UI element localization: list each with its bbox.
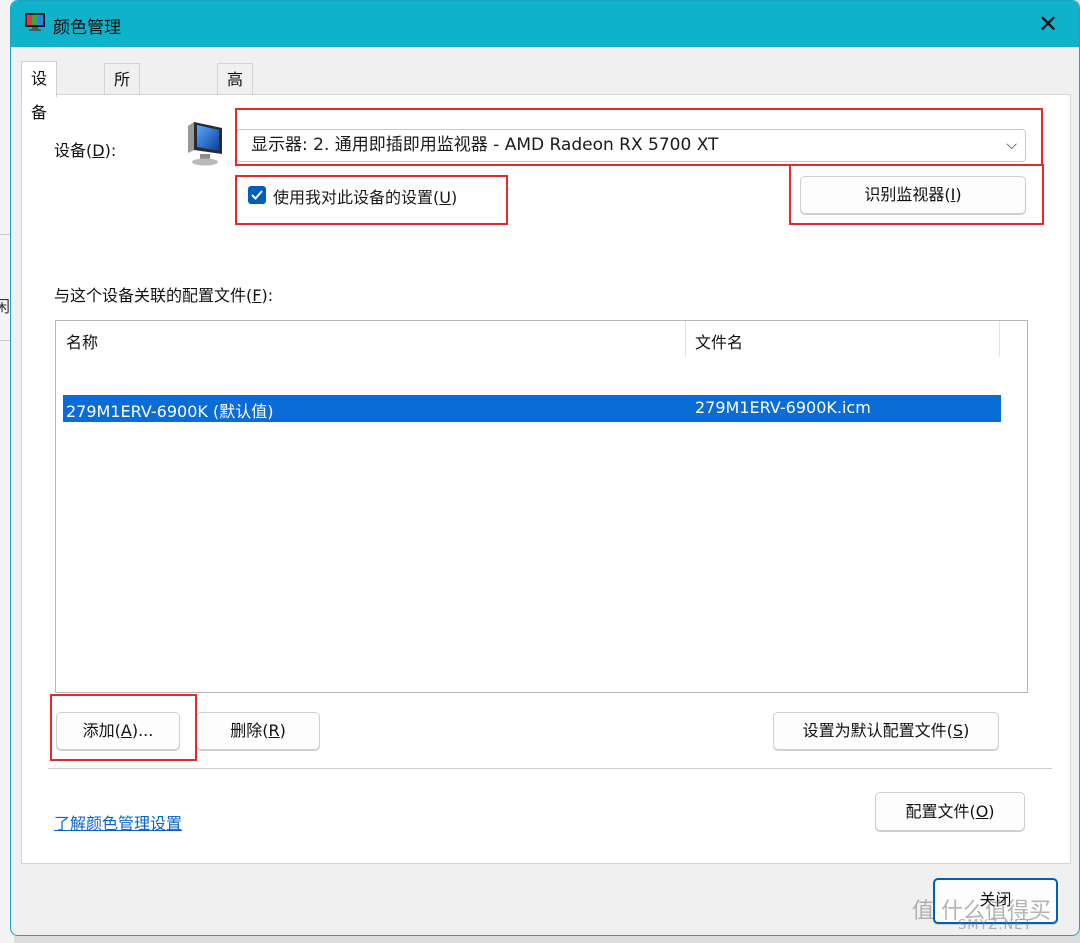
profiles-button-suffix: ) [988,802,995,821]
remove-profile-button[interactable]: 删除(R) [196,712,320,750]
column-separator[interactable] [685,321,686,357]
use-my-settings-label: 使用我对此设备的设置(U) [273,184,457,208]
set-default-label-prefix: 设置为默认配置文件( [802,721,953,740]
remove-label-mnemonic: R [268,721,280,740]
profiles-button-prefix: 配置文件( [905,802,976,821]
use-my-settings-checkbox[interactable] [248,186,266,204]
set-default-profile-button[interactable]: 设置为默认配置文件(S) [773,712,999,750]
set-default-label-suffix: ) [963,721,970,740]
monitor-icon [188,122,222,166]
column-header-filename[interactable]: 文件名 [695,329,743,353]
tab-all-profiles[interactable]: 所有配置文件 [104,63,141,249]
remove-label-prefix: 删除( [230,721,269,740]
identify-label-suffix: ) [955,185,962,204]
profiles-label-prefix: 与这个设备关联的配置文件( [54,286,253,305]
profiles-label-suffix: ): [261,286,274,305]
close-window-button[interactable]: ✕ [1033,9,1063,39]
add-label-prefix: 添加( [82,721,121,740]
row-profile-filename: 279M1ERV-6900K.icm [695,398,871,417]
identify-label-prefix: 识别监视器( [864,185,951,204]
section-divider [48,768,1052,769]
device-label: 设备(D): [54,137,116,161]
checkmark-icon [251,190,263,200]
column-separator[interactable] [999,321,1000,357]
device-label-mnemonic: D [92,141,105,160]
identify-monitors-button[interactable]: 识别监视器(I) [800,176,1026,214]
profiles-button[interactable]: 配置文件(O) [875,792,1025,831]
column-header-name[interactable]: 名称 [66,329,98,353]
learn-color-management-link[interactable]: 了解颜色管理设置 [54,810,182,834]
tab-devices[interactable]: 设备 [21,61,58,122]
associated-profiles-label: 与这个设备关联的配置文件(F): [54,282,273,306]
table-row[interactable]: 279M1ERV-6900K (默认值) 279M1ERV-6900K.icm [63,395,1001,422]
row-profile-name: 279M1ERV-6900K (默认值) [66,402,274,421]
color-management-app-icon [25,13,45,31]
title-bar[interactable]: 颜色管理 ✕ [11,1,1079,47]
device-label-prefix: 设备( [54,141,93,160]
add-label-mnemonic: A [120,721,132,740]
watermark-sub-text: SMYZ.NET [958,918,1033,933]
checkbox-label-mnemonic: U [439,188,451,207]
background-text-fragment: 闲 [0,297,11,316]
remove-label-suffix: ) [279,721,286,740]
checkbox-label-prefix: 使用我对此设备的设置( [273,188,440,207]
add-profile-button[interactable]: 添加(A)... [56,712,180,750]
device-select[interactable]: 显示器: 2. 通用即插即用监视器 - AMD Radeon RX 5700 X… [236,129,1026,162]
tab-advanced[interactable]: 高级 [217,63,254,121]
watermark: 值 什么值得买 SMYZ.NET [912,893,1080,943]
list-header: 名称 文件名 [56,321,1027,357]
profiles-button-mnemonic: O [975,802,989,821]
chevron-down-icon: ⌵ [1006,137,1017,153]
close-icon: ✕ [1037,10,1059,38]
checkbox-label-suffix: ) [450,188,458,207]
profiles-list[interactable]: 名称 文件名 279M1ERV-6900K (默认值) 279M1ERV-690… [55,320,1028,693]
add-label-suffix: )... [131,721,154,740]
set-default-label-mnemonic: S [952,721,964,740]
device-select-value: 显示器: 2. 通用即插即用监视器 - AMD Radeon RX 5700 X… [251,135,719,155]
device-label-suffix: ): [104,141,117,160]
window-title: 颜色管理 [53,18,121,38]
